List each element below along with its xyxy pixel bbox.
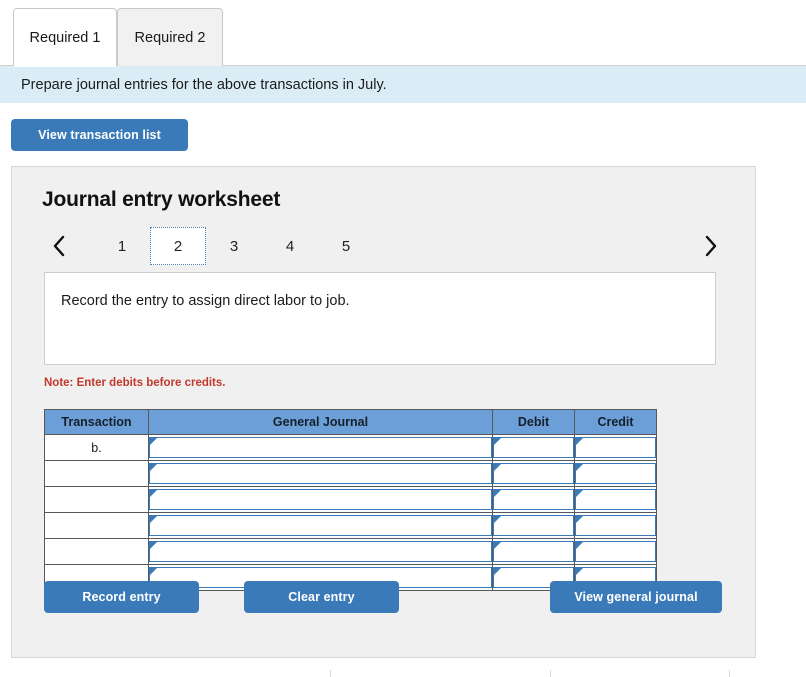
journal-entry-table: Transaction General Journal Debit Credit… <box>44 409 657 591</box>
column-header-general-journal: General Journal <box>148 409 493 435</box>
credit-cell[interactable] <box>574 538 657 565</box>
general-journal-input[interactable] <box>149 437 492 458</box>
pager-page-4[interactable]: 4 <box>262 227 318 265</box>
view-transaction-list-button[interactable]: View transaction list <box>11 119 188 151</box>
general-journal-cell[interactable] <box>148 434 493 461</box>
journal-entry-worksheet-panel: Journal entry worksheet 1 2 3 4 5 Record… <box>11 166 756 658</box>
credit-input[interactable] <box>575 463 656 484</box>
instruction-text: Prepare journal entries for the above tr… <box>21 76 387 93</box>
pager-page-2[interactable]: 2 <box>150 227 206 265</box>
cutoff-table-divider <box>550 670 551 677</box>
debit-input[interactable] <box>493 515 574 536</box>
debit-input[interactable] <box>493 541 574 562</box>
entry-prompt-text: Record the entry to assign direct labor … <box>61 293 350 309</box>
table-row <box>44 460 657 487</box>
table-header-row: Transaction General Journal Debit Credit <box>44 409 657 435</box>
instruction-banner: Prepare journal entries for the above tr… <box>0 66 806 103</box>
debit-input[interactable] <box>493 489 574 510</box>
cutoff-table-outline <box>330 670 730 677</box>
view-general-journal-button[interactable]: View general journal <box>550 581 722 613</box>
column-header-transaction: Transaction <box>44 409 149 435</box>
general-journal-input[interactable] <box>149 463 492 484</box>
debit-cell[interactable] <box>492 486 575 513</box>
tab-required-1[interactable]: Required 1 <box>13 8 117 67</box>
transaction-cell <box>44 486 149 513</box>
general-journal-input[interactable] <box>149 515 492 536</box>
credit-input[interactable] <box>575 489 656 510</box>
pager-page-1[interactable]: 1 <box>94 227 150 265</box>
table-row <box>44 512 657 539</box>
worksheet-pager: 1 2 3 4 5 <box>38 227 732 265</box>
page-root: Required 1 Required 2 Prepare journal en… <box>0 0 806 677</box>
debit-cell[interactable] <box>492 460 575 487</box>
view-general-journal-label: View general journal <box>574 590 698 604</box>
table-row <box>44 486 657 513</box>
record-entry-label: Record entry <box>82 590 161 604</box>
transaction-cell: b. <box>44 434 149 461</box>
general-journal-cell[interactable] <box>148 460 493 487</box>
column-header-credit: Credit <box>574 409 657 435</box>
tab-bar: Required 1 Required 2 <box>0 0 806 67</box>
tab-required-2[interactable]: Required 2 <box>117 8 223 66</box>
general-journal-cell[interactable] <box>148 512 493 539</box>
debit-cell[interactable] <box>492 538 575 565</box>
general-journal-input[interactable] <box>149 489 492 510</box>
pager-page-5[interactable]: 5 <box>318 227 374 265</box>
clear-entry-button[interactable]: Clear entry <box>244 581 399 613</box>
general-journal-cell[interactable] <box>148 486 493 513</box>
tab-required-2-label: Required 2 <box>134 29 206 46</box>
general-journal-cell[interactable] <box>148 538 493 565</box>
entry-prompt-box: Record the entry to assign direct labor … <box>44 272 716 365</box>
below-fold-cutoff-region <box>0 668 806 677</box>
column-header-debit: Debit <box>492 409 575 435</box>
debit-cell[interactable] <box>492 434 575 461</box>
credit-input[interactable] <box>575 437 656 458</box>
debit-cell[interactable] <box>492 512 575 539</box>
worksheet-title: Journal entry worksheet <box>42 188 281 211</box>
debit-input[interactable] <box>493 437 574 458</box>
pager-page-2-label: 2 <box>173 237 183 255</box>
credit-cell[interactable] <box>574 460 657 487</box>
view-transaction-list-label: View transaction list <box>38 128 161 142</box>
pager-page-3-label: 3 <box>229 237 239 255</box>
credit-input[interactable] <box>575 541 656 562</box>
chevron-right-icon[interactable] <box>694 227 728 265</box>
record-entry-button[interactable]: Record entry <box>44 581 199 613</box>
table-row <box>44 538 657 565</box>
table-row: b. <box>44 434 657 461</box>
debit-input[interactable] <box>493 463 574 484</box>
pager-page-5-label: 5 <box>341 237 351 255</box>
pager-page-1-label: 1 <box>117 237 127 255</box>
credit-cell[interactable] <box>574 512 657 539</box>
credit-cell[interactable] <box>574 434 657 461</box>
chevron-left-icon[interactable] <box>42 227 76 265</box>
transaction-cell <box>44 538 149 565</box>
transaction-cell <box>44 460 149 487</box>
credit-cell[interactable] <box>574 486 657 513</box>
credit-input[interactable] <box>575 515 656 536</box>
general-journal-input[interactable] <box>149 541 492 562</box>
debits-before-credits-note: Note: Enter debits before credits. <box>44 377 226 389</box>
tab-required-1-label: Required 1 <box>29 29 101 46</box>
transaction-cell <box>44 512 149 539</box>
pager-page-4-label: 4 <box>285 237 295 255</box>
pager-page-3[interactable]: 3 <box>206 227 262 265</box>
clear-entry-label: Clear entry <box>288 590 355 604</box>
